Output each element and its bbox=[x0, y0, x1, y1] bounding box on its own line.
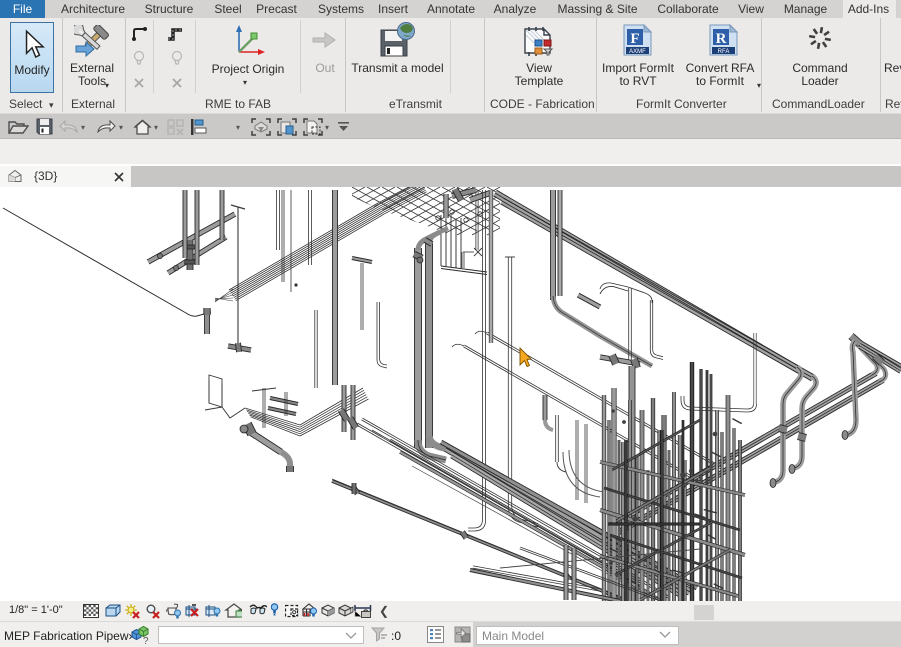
svg-text:RFA: RFA bbox=[718, 49, 730, 55]
svg-text:AXMF: AXMF bbox=[629, 49, 646, 55]
svg-text:?: ? bbox=[143, 636, 149, 645]
svg-text:F: F bbox=[630, 31, 639, 47]
svg-text:R: R bbox=[716, 31, 727, 47]
